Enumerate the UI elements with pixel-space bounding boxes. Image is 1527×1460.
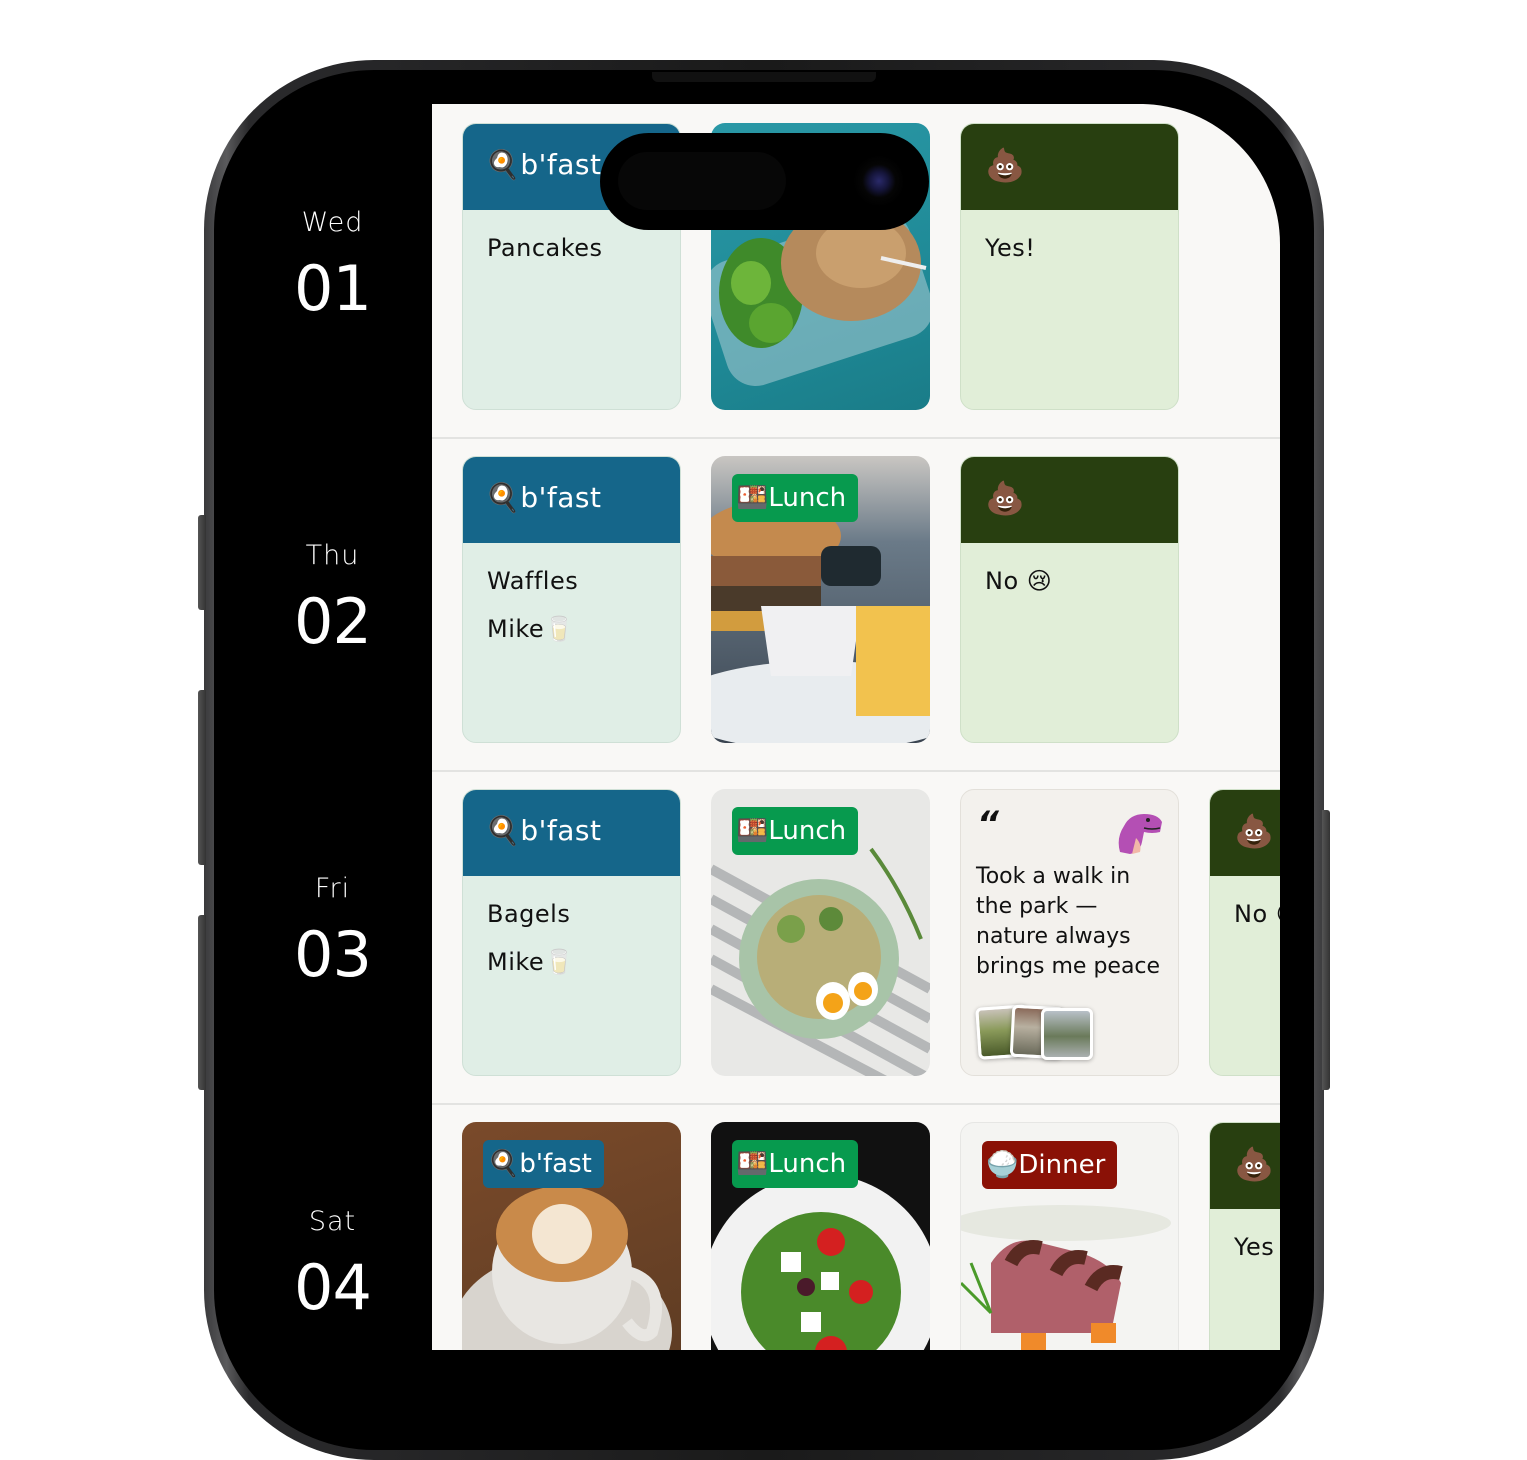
poop-icon: 💩 [1234, 1145, 1274, 1183]
breakfast-label: b'fast [520, 814, 602, 847]
breakfast-card[interactable]: 🍳b'fast Bagels Mike🥛 [462, 789, 681, 1076]
breakfast-item: Mike🥛 [487, 948, 575, 976]
bento-icon: 🍱 [736, 483, 769, 513]
poop-card[interactable]: 💩 Yes! [960, 123, 1179, 410]
poop-icon: 💩 [1234, 812, 1274, 850]
breakfast-item: Pancakes [487, 234, 603, 262]
breakfast-photo-card[interactable]: 🍳b'fast [462, 1122, 681, 1350]
day-label-wed: Wed 01 [233, 207, 432, 325]
day-label-thu: Thu 02 [233, 540, 432, 658]
journal-note-card[interactable]: “ Took a walk in the park — nature alway… [960, 789, 1179, 1076]
lunch-photo-card[interactable]: 🍱Lunch [711, 1122, 930, 1350]
poop-icon: 💩 [985, 479, 1025, 517]
poop-header: 💩 [1210, 1123, 1280, 1209]
weekday: Fri [314, 873, 351, 904]
day-row-fri: 🍳b'fast Bagels Mike🥛 🍱Lunch “ Took a wal… [432, 770, 1280, 1105]
weekday: Wed [301, 207, 364, 238]
breakfast-item: Mike🥛 [487, 615, 575, 643]
day-label-sat: Sat 04 [233, 1206, 432, 1324]
frying-pan-icon: 🍳 [487, 1149, 520, 1179]
dynamic-island [600, 133, 929, 230]
poop-card[interactable]: 💩 No 😢 [960, 456, 1179, 743]
dinosaur-sticker-icon [1118, 814, 1162, 854]
screen: Wed 01 Thu 02 Fri 03 Sat 04 🍳b'fast Panc… [233, 104, 1280, 1350]
frying-pan-icon: 🍳 [485, 814, 521, 847]
power-button [1322, 810, 1330, 1090]
poop-answer: Yes [1234, 1233, 1275, 1261]
speaker-slit [652, 72, 876, 82]
day-label-fri: Fri 03 [233, 873, 432, 991]
breakfast-item: Waffles [487, 567, 579, 595]
poop-header: 💩 [961, 457, 1178, 543]
lunch-badge: 🍱Lunch [732, 807, 859, 855]
meal-grid[interactable]: 🍳b'fast Pancakes 🍱Lunch [432, 104, 1280, 1350]
bento-icon: 🍱 [736, 816, 769, 846]
action-button [198, 515, 206, 610]
poop-icon: 💩 [985, 146, 1025, 184]
date-number: 04 [294, 1251, 372, 1324]
breakfast-item: Bagels [487, 900, 571, 928]
poop-header: 💩 [1210, 790, 1280, 876]
date-number: 03 [294, 918, 372, 991]
lunch-badge: 🍱Lunch [732, 474, 859, 522]
date-number: 02 [294, 585, 372, 658]
photo-thumbnails[interactable] [975, 1004, 1107, 1060]
frying-pan-icon: 🍳 [485, 481, 521, 514]
poop-answer: No 😢 [985, 567, 1053, 595]
dinner-photo-card[interactable]: 🍚Dinner [960, 1122, 1179, 1350]
lunch-badge: 🍱Lunch [732, 1140, 859, 1188]
lunch-photo-card[interactable]: 🍱Lunch [711, 456, 930, 743]
breakfast-badge: 🍳b'fast [483, 1140, 604, 1188]
breakfast-card[interactable]: 🍳b'fast Waffles Mike🥛 [462, 456, 681, 743]
poop-header: 💩 [961, 124, 1178, 210]
breakfast-header: 🍳b'fast [463, 790, 680, 876]
poop-answer: No 😢 [1234, 900, 1280, 928]
volume-down-button [198, 915, 206, 1090]
dinner-badge: 🍚Dinner [982, 1141, 1118, 1189]
breakfast-label: b'fast [520, 481, 602, 514]
breakfast-label: b'fast [520, 148, 602, 181]
weekday: Sat [308, 1206, 357, 1237]
quote-icon: “ [977, 804, 999, 844]
photo-thumbnail[interactable] [1041, 1008, 1093, 1060]
front-camera-icon [853, 155, 905, 207]
poop-card[interactable]: 💩 No 😢 [1209, 789, 1280, 1076]
poop-answer: Yes! [985, 234, 1036, 262]
lunch-photo-card[interactable]: 🍱Lunch [711, 789, 930, 1076]
frying-pan-icon: 🍳 [485, 148, 521, 181]
note-text: Took a walk in the park — nature always … [976, 864, 1161, 979]
date-column: Wed 01 Thu 02 Fri 03 Sat 04 [233, 104, 432, 1350]
volume-up-button [198, 690, 206, 865]
day-row-thu: 🍳b'fast Waffles Mike🥛 � [432, 437, 1280, 772]
date-number: 01 [294, 252, 372, 325]
bento-icon: 🍱 [736, 1149, 769, 1179]
rice-bowl-icon: 🍚 [986, 1150, 1019, 1180]
weekday: Thu [305, 540, 360, 571]
day-row-sat: 🍳b'fast 🍱Lunch 🍚Dinner 💩 Yes [432, 1103, 1280, 1350]
poop-card[interactable]: 💩 Yes [1209, 1122, 1280, 1350]
breakfast-header: 🍳b'fast [463, 457, 680, 543]
